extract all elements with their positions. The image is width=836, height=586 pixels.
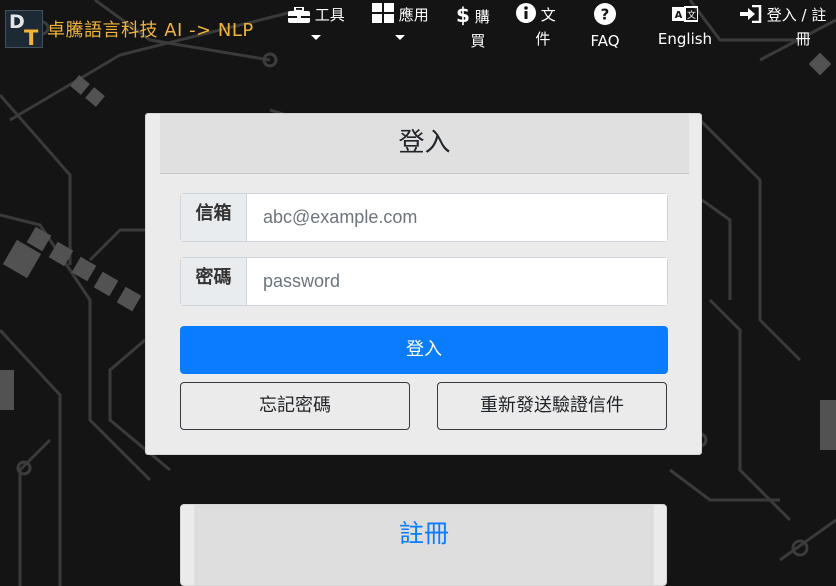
info-icon: [516, 3, 541, 24]
nav-apps-label: 應用: [398, 6, 429, 24]
nav-purchase[interactable]: $ 購 買: [456, 3, 490, 53]
toolbox-icon: [288, 6, 315, 24]
translate-icon: A 文: [656, 3, 714, 27]
nav-docs-label-2: 件: [535, 30, 551, 48]
password-label: 密碼: [181, 258, 247, 305]
nav-faq-label: FAQ: [590, 32, 620, 50]
email-label: 信箱: [181, 194, 247, 241]
nav-purchase-label-2: 買: [470, 32, 486, 50]
grid-icon: [372, 3, 399, 24]
chevron-down-icon: [311, 35, 322, 40]
login-card: 登入 信箱 密碼 登入 忘記密碼 重新發送驗證信件: [145, 113, 702, 455]
nav-docs[interactable]: 文 件: [516, 3, 556, 51]
nav-purchase-label-1: 購: [474, 8, 490, 26]
svg-text:文: 文: [687, 9, 696, 21]
nav-language[interactable]: A 文 English: [656, 3, 714, 51]
login-title: 登入: [160, 114, 689, 174]
nav-tools-label: 工具: [314, 6, 345, 24]
navbar: D T 卓騰語言科技 AI -> NLP 工具 應用 $ 購 買 文 件 ? F…: [0, 0, 836, 56]
register-card: 註冊: [180, 504, 667, 586]
brand-title: 卓騰語言科技 AI -> NLP: [47, 20, 254, 41]
brand[interactable]: D T 卓騰語言科技 AI -> NLP: [5, 10, 254, 50]
question-icon: ?: [587, 3, 623, 29]
password-field-group: 密碼: [180, 257, 668, 306]
nav-apps[interactable]: 應用: [372, 3, 429, 40]
chevron-down-icon: [395, 35, 406, 40]
forgot-password-button[interactable]: 忘記密碼: [180, 382, 410, 430]
nav-auth[interactable]: 登入 / 註 冊: [740, 3, 826, 51]
svg-text:A: A: [675, 10, 683, 21]
password-input[interactable]: [247, 258, 667, 305]
nav-auth-label-2: 冊: [795, 30, 811, 48]
register-link[interactable]: 註冊: [194, 505, 654, 585]
resend-verification-button[interactable]: 重新發送驗證信件: [437, 382, 667, 430]
login-button[interactable]: 登入: [180, 326, 668, 374]
nav-auth-label-1: 登入 / 註: [766, 6, 827, 24]
dollar-icon: $: [456, 3, 470, 27]
nav-faq[interactable]: ? FAQ: [587, 3, 623, 53]
nav-tools[interactable]: 工具: [288, 3, 345, 40]
nav-language-label: English: [657, 30, 713, 48]
brand-logo: D T: [5, 10, 43, 50]
svg-text:?: ?: [601, 6, 610, 24]
nav-docs-label-1: 文: [540, 6, 556, 24]
email-input[interactable]: [247, 194, 667, 241]
sign-in-icon: [740, 4, 767, 24]
email-field-group: 信箱: [180, 193, 668, 242]
